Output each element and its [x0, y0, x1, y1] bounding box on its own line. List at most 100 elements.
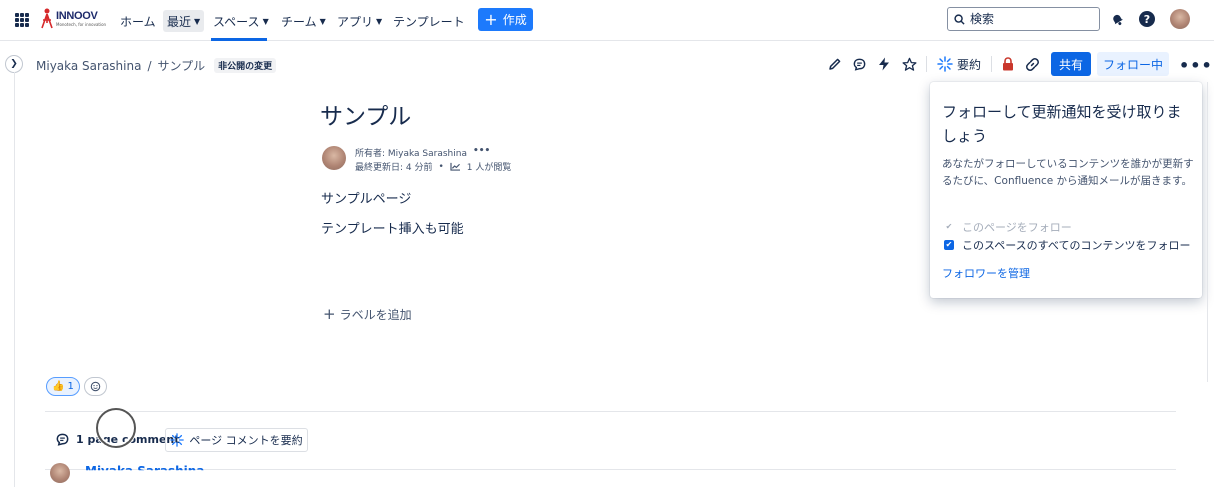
- follow-space-checkbox[interactable]: ✔ このスペースのすべてのコンテンツをフォロー: [944, 237, 1190, 253]
- cursor-click-indicator: [96, 408, 136, 448]
- active-nav-indicator: [211, 38, 267, 41]
- add-label-button[interactable]: + ラベルを追加: [323, 305, 412, 323]
- follow-space-label: このスペースのすべてのコンテンツをフォロー: [962, 239, 1191, 252]
- chevron-right-icon: ❯: [10, 59, 18, 69]
- author-avatar[interactable]: [322, 146, 346, 170]
- nav-templates[interactable]: テンプレート: [389, 10, 469, 32]
- breadcrumb-space[interactable]: Miyaka Sarashina: [36, 59, 141, 73]
- nav-recent[interactable]: 最近 ▼: [163, 10, 205, 32]
- nav-teams-label: チーム: [281, 14, 317, 29]
- create-button-label: 作成: [502, 13, 527, 27]
- page-meta: 最終更新日: 4 分前 • 1 人が閲覧: [355, 160, 512, 174]
- page-title: サンプル: [320, 104, 412, 130]
- add-emoji-icon: [90, 381, 101, 392]
- summarize-label: 要約: [957, 57, 982, 72]
- comment-button[interactable]: [850, 55, 868, 73]
- owner-label: 所有者: Miyaka Sarashina: [355, 149, 467, 159]
- add-reaction-button[interactable]: [84, 377, 107, 396]
- nav-home-label: ホーム: [120, 14, 156, 29]
- plus-icon: +: [323, 305, 336, 323]
- copy-link-button[interactable]: [1023, 55, 1041, 73]
- more-actions-icon[interactable]: •••: [1179, 56, 1213, 75]
- popup-title: フォローして更新通知を受け取りましょう: [942, 103, 1182, 145]
- comment-divider: [45, 469, 1176, 470]
- sidebar-expand-button[interactable]: ❯: [5, 55, 23, 73]
- site-logo[interactable]: INNOOV Monotech, for innovation: [40, 8, 106, 30]
- comment-author-name[interactable]: Miyaka Sarashina: [85, 464, 204, 470]
- view-count[interactable]: 1 人が閲覧: [467, 160, 512, 173]
- summarize-button[interactable]: 要約: [937, 54, 981, 74]
- summarize-comments-label: ページ コメントを要約: [189, 434, 303, 447]
- plus-icon: +: [484, 9, 498, 29]
- thumbs-up-icon: 👍: [52, 381, 65, 392]
- nav-home[interactable]: ホーム: [116, 10, 160, 32]
- thumbs-up-reaction[interactable]: 👍 1: [46, 377, 80, 396]
- star-button[interactable]: [900, 55, 918, 73]
- breadcrumb: Miyaka Sarashina / サンプル 非公開の変更: [36, 57, 277, 74]
- search-icon: [954, 13, 965, 25]
- toolbar-divider: [991, 56, 992, 72]
- share-button[interactable]: 共有: [1051, 52, 1091, 76]
- body-paragraph: テンプレート挿入も可能: [321, 222, 464, 237]
- nav-spaces[interactable]: スペース ▼: [209, 10, 273, 32]
- bell-icon: [1112, 14, 1123, 25]
- top-navigation: INNOOV Monotech, for innovation ホーム 最近 ▼…: [0, 0, 1214, 41]
- checkbox-checked-icon[interactable]: ✔: [944, 240, 954, 250]
- automation-button[interactable]: [875, 55, 893, 73]
- body-paragraph: サンプルページ: [321, 192, 412, 207]
- notifications-icon[interactable]: [1108, 10, 1126, 28]
- analytics-icon: [450, 162, 460, 171]
- following-button[interactable]: フォロー中: [1097, 52, 1169, 76]
- manage-followers-link[interactable]: フォロワーを管理: [942, 265, 1030, 281]
- ai-sparkle-icon: [937, 56, 953, 72]
- nav-apps-label: アプリ: [337, 14, 374, 29]
- sidebar-divider: [14, 72, 15, 487]
- user-avatar[interactable]: [1170, 9, 1190, 29]
- comment-icon: [56, 433, 69, 446]
- edit-button[interactable]: [826, 55, 844, 73]
- create-button[interactable]: + 作成: [478, 8, 533, 31]
- reaction-count: 1: [67, 381, 74, 392]
- checkmark-icon: ✔: [945, 222, 953, 231]
- search-input[interactable]: [970, 12, 1090, 26]
- comment-icon: [853, 58, 865, 71]
- nav-teams[interactable]: チーム ▼: [277, 10, 330, 32]
- last-updated: 最終更新日: 4 分前: [355, 163, 433, 173]
- page-owner: 所有者: Miyaka Sarashina •••: [355, 146, 490, 159]
- nav-templates-label: テンプレート: [393, 14, 465, 29]
- pencil-icon: [829, 58, 841, 70]
- lock-icon: [1003, 57, 1013, 71]
- comments-divider: [45, 411, 1176, 412]
- logo-tagline: Monotech, for innovation: [56, 22, 107, 27]
- summarize-comments-button[interactable]: ページ コメントを要約: [165, 428, 308, 452]
- lightning-icon: [879, 57, 889, 71]
- help-icon: ?: [1139, 11, 1155, 27]
- popup-description: あなたがフォローしているコンテンツを誰かが更新するたびに、Confluence …: [942, 158, 1194, 187]
- chevron-down-icon: ▼: [319, 16, 326, 26]
- star-icon: [901, 57, 917, 71]
- chevron-down-icon: ▼: [376, 16, 383, 26]
- meta-dot: •: [438, 161, 444, 172]
- nav-recent-label: 最近: [167, 14, 192, 29]
- search-box[interactable]: [947, 7, 1100, 31]
- app-switcher-icon[interactable]: [15, 13, 29, 27]
- help-button[interactable]: ?: [1138, 10, 1156, 28]
- nav-spaces-label: スペース: [213, 14, 260, 29]
- add-label-text: ラベルを追加: [339, 307, 412, 322]
- logo-figure-icon: [41, 8, 53, 29]
- toolbar-divider: [926, 56, 927, 72]
- link-icon: [1025, 57, 1039, 71]
- follow-page-label: このページをフォロー: [962, 221, 1072, 234]
- ai-sparkle-icon: [170, 433, 185, 447]
- comment-author-avatar[interactable]: [50, 463, 70, 483]
- breadcrumb-page[interactable]: サンプル: [158, 57, 206, 74]
- nav-apps[interactable]: アプリ ▼: [333, 10, 386, 32]
- breadcrumb-separator: /: [147, 58, 152, 73]
- logo-text: INNOOV: [56, 10, 98, 22]
- chevron-down-icon: ▼: [262, 16, 269, 26]
- chevron-down-icon: ▼: [194, 16, 201, 26]
- scrollbar-track[interactable]: [1207, 82, 1208, 382]
- restrictions-button[interactable]: [999, 55, 1017, 73]
- unpublished-changes-badge: 非公開の変更: [214, 58, 277, 73]
- owner-more-icon[interactable]: •••: [473, 146, 490, 159]
